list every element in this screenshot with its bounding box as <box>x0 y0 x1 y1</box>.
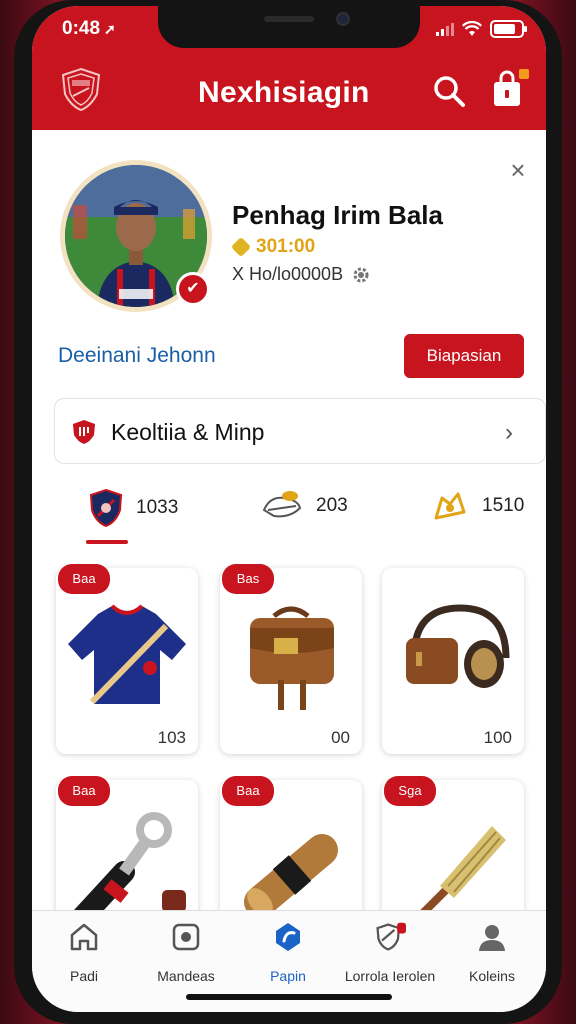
stat-item[interactable]: 203 <box>260 488 348 524</box>
tab-notifications[interactable]: Lorrola Ierolen <box>340 921 440 984</box>
stat-value: 1033 <box>136 497 179 518</box>
tab-label: Mandeas <box>157 968 215 984</box>
coin-value: 301:00 <box>256 236 316 257</box>
product-card[interactable]: 100 <box>382 568 524 754</box>
cart-badge <box>518 68 530 80</box>
page-title: Nexhisiagin <box>198 76 370 109</box>
chevron-right-icon: › <box>505 419 513 446</box>
tab-label: Papin <box>270 968 306 984</box>
trophy-icon <box>262 491 302 518</box>
search-icon[interactable] <box>432 74 466 108</box>
product-card[interactable]: Bas 00 <box>220 564 362 754</box>
product-tag: Baa <box>58 564 110 594</box>
profile-name: Penhag Irim Bala <box>232 200 443 230</box>
product-tag: Sga <box>384 776 436 806</box>
tab-label: Koleins <box>469 968 515 984</box>
product-count: 100 <box>483 728 512 747</box>
gear-icon[interactable] <box>351 265 371 285</box>
shield-icon <box>73 420 95 444</box>
battery-icon <box>490 20 527 38</box>
stats-row: 1033 203 1510 <box>32 480 546 550</box>
product-tag: Baa <box>222 776 274 806</box>
verified-badge-icon: ✔ <box>176 272 210 306</box>
wifi-icon <box>462 21 482 36</box>
promo-banner[interactable]: Keoltiia & Minp › <box>54 398 546 464</box>
home-icon <box>70 923 98 951</box>
satchel-icon <box>250 606 334 710</box>
active-stat-indicator <box>86 540 128 544</box>
club-shield-icon <box>89 488 123 528</box>
notch <box>158 6 420 48</box>
location-pin-icon <box>276 923 300 951</box>
coin-icon <box>230 236 252 258</box>
product-tag: Baa <box>58 776 110 806</box>
user-icon <box>479 925 505 951</box>
promo-label: Keoltiia & Minp <box>111 419 265 445</box>
stat-item[interactable]: 1510 <box>430 488 524 524</box>
signal-icon <box>436 22 454 36</box>
tab-papin[interactable]: Papin <box>238 921 338 984</box>
product-count: 103 <box>157 728 186 747</box>
close-icon[interactable]: × <box>506 157 530 183</box>
card-icon <box>172 923 200 951</box>
tab-members[interactable]: Mandeas <box>136 921 236 984</box>
jersey-icon <box>68 604 186 705</box>
product-count: 00 <box>331 728 350 747</box>
profile-id-text: X Ho/lo0000B <box>232 264 344 284</box>
action-button[interactable]: Biapasian <box>404 334 524 378</box>
stat-value: 1510 <box>482 495 525 516</box>
product-tag: Bas <box>222 564 274 594</box>
user-link[interactable]: Deeinani Jehonn <box>58 344 216 368</box>
headphones-icon <box>406 604 510 688</box>
tab-label: Lorrola Ierolen <box>344 968 436 984</box>
status-time: 0:48 ➚ <box>62 18 116 40</box>
tab-profile[interactable]: Koleins <box>442 921 542 984</box>
location-arrow-icon: ➚ <box>104 21 116 37</box>
tab-home[interactable]: Padi <box>34 921 134 984</box>
profile-id: X Ho/lo0000B <box>232 264 371 285</box>
coin-balance: 301:00 <box>230 236 316 258</box>
medal-icon <box>434 492 466 520</box>
status-time-text: 0:48 <box>62 18 101 39</box>
profile-content: × ✔ Penhag Irim Bala 301:00 X Ho/lo0000B… <box>32 130 546 966</box>
stat-value: 203 <box>316 495 348 516</box>
product-card[interactable]: Baa 103 <box>56 564 198 754</box>
shield-badge-icon <box>376 922 406 951</box>
phone-screen: 0:48 ➚ Nexhisiagin × ✔ Penhag Irim Bala … <box>32 6 546 1012</box>
home-indicator[interactable] <box>186 994 392 1000</box>
club-crest-icon[interactable] <box>58 66 104 112</box>
stat-item[interactable]: 1033 <box>88 488 178 528</box>
tab-label: Padi <box>69 968 99 984</box>
status-icons <box>436 20 527 38</box>
